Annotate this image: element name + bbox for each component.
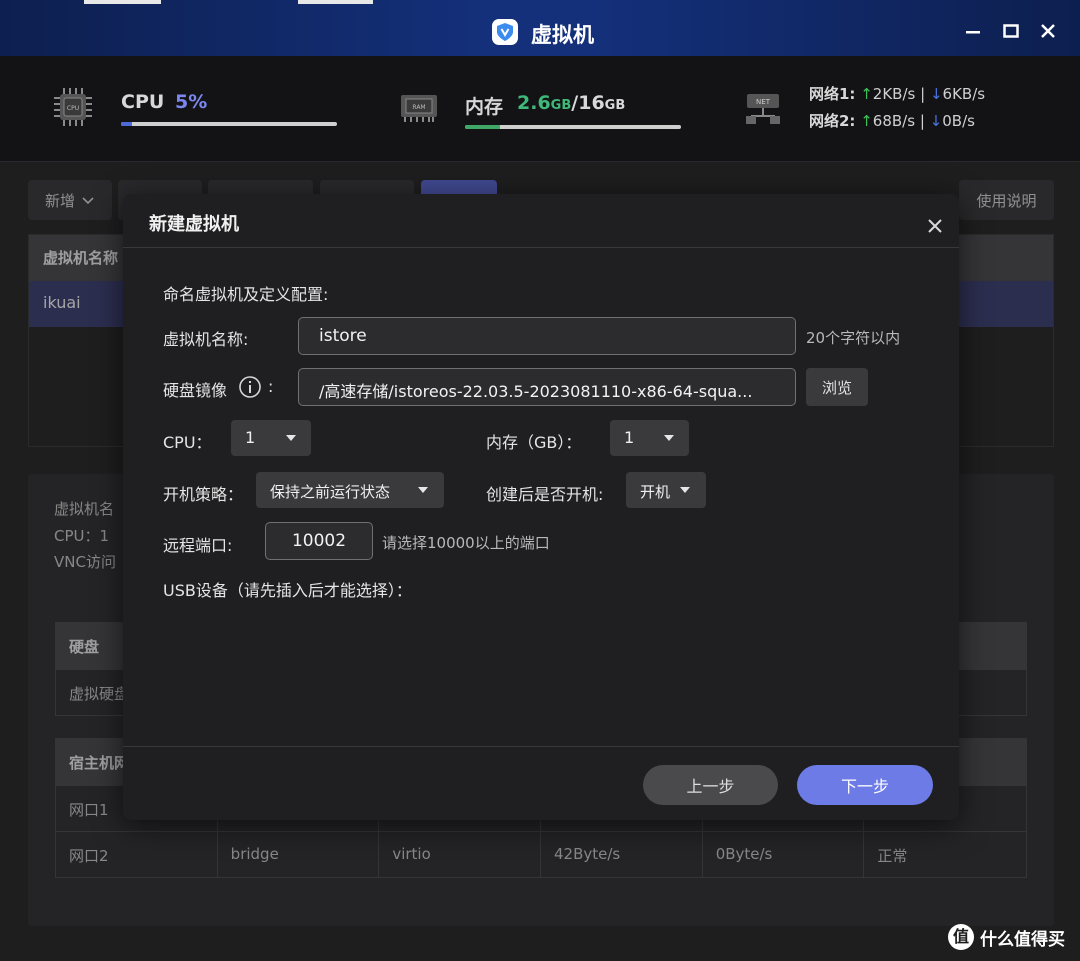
boot-policy-select[interactable]: 保持之前运行状态 <box>256 472 444 508</box>
disk-image-colon: : <box>268 377 274 396</box>
memory-select-label: 内存（GB）： <box>486 433 582 452</box>
memory-usage-bar <box>465 125 681 129</box>
caret-down-icon <box>680 487 690 493</box>
app-window: 虚拟机 CPU CPU 5% RAM 内存 2.6GB/16GB NET 网络1… <box>0 0 1080 961</box>
remote-port-label: 远程端口: <box>163 536 233 555</box>
cpu-label: CPU <box>121 91 165 113</box>
memory-value: 2.6GB/16GB <box>517 92 626 114</box>
memory-usage-fill <box>465 125 500 129</box>
cpu-value: 5% <box>175 91 208 113</box>
network1-rate: 网络1: ↑2KB/s | ↓6KB/s <box>809 85 986 103</box>
new-vm-dialog: 新建虚拟机 命名虚拟机及定义配置: 虚拟机名称: istore 20个字符以内 … <box>123 194 959 820</box>
boot-after-create-label: 创建后是否开机: <box>486 485 604 504</box>
system-stats-bar: CPU CPU 5% RAM 内存 2.6GB/16GB NET 网络1: ↑2… <box>0 56 1080 162</box>
boot-after-create-select[interactable]: 开机 <box>626 472 706 508</box>
usb-device-label: USB设备（请先插入后才能选择）： <box>163 581 412 600</box>
remote-port-input[interactable]: 10002 <box>265 522 373 560</box>
background-window-strip <box>298 0 373 4</box>
minimize-icon[interactable] <box>960 18 986 44</box>
window-title: 虚拟机 <box>531 23 594 47</box>
disk-image-input[interactable]: /高速存储/istoreos-22.03.5-2023081110-x86-64… <box>298 368 796 406</box>
cpu-chip-icon: CPU <box>52 86 94 132</box>
caret-down-icon <box>286 435 296 441</box>
browse-button[interactable]: 浏览 <box>806 368 868 406</box>
app-logo-icon <box>492 19 518 45</box>
cpu-select[interactable]: 1 <box>231 420 311 456</box>
previous-step-button[interactable]: 上一步 <box>643 765 778 805</box>
dialog-footer-divider <box>123 746 959 747</box>
background-window-strip <box>84 0 161 4</box>
vm-name-input[interactable]: istore <box>298 317 796 355</box>
maximize-icon[interactable] <box>998 18 1024 44</box>
dialog-intro: 命名虚拟机及定义配置: <box>163 285 329 304</box>
dialog-header: 新建虚拟机 <box>123 194 959 248</box>
caret-down-icon <box>664 435 674 441</box>
cpu-usage-bar <box>121 122 337 126</box>
close-window-icon[interactable] <box>1035 18 1061 44</box>
next-step-button[interactable]: 下一步 <box>797 765 933 805</box>
title-bar[interactable]: 虚拟机 <box>0 0 1080 56</box>
ram-chip-text: RAM <box>412 104 425 111</box>
disk-image-label: 硬盘镜像 <box>163 381 228 400</box>
dialog-title: 新建虚拟机 <box>149 214 239 235</box>
vm-name-hint: 20个字符以内 <box>806 329 901 347</box>
caret-down-icon <box>418 487 428 493</box>
watermark-icon: 值 <box>948 924 974 950</box>
memory-label: 内存 <box>465 96 504 118</box>
cpu-chip-text: CPU <box>67 105 79 112</box>
close-icon[interactable] <box>923 214 947 238</box>
cpu-select-label: CPU： <box>163 433 212 452</box>
net-chip-text: NET <box>756 98 771 106</box>
cpu-usage-fill <box>121 122 132 126</box>
network-icon: NET <box>743 92 783 130</box>
ram-chip-icon: RAM <box>399 91 439 127</box>
remote-port-hint: 请选择10000以上的端口 <box>382 534 550 552</box>
vm-name-label: 虚拟机名称: <box>163 330 249 349</box>
memory-select[interactable]: 1 <box>610 420 689 456</box>
info-icon[interactable] <box>238 375 262 403</box>
watermark-logo: 值 什么值得买 <box>948 924 1065 950</box>
network2-rate: 网络2: ↑68B/s | ↓0B/s <box>809 112 975 130</box>
boot-policy-label: 开机策略： <box>163 485 244 504</box>
